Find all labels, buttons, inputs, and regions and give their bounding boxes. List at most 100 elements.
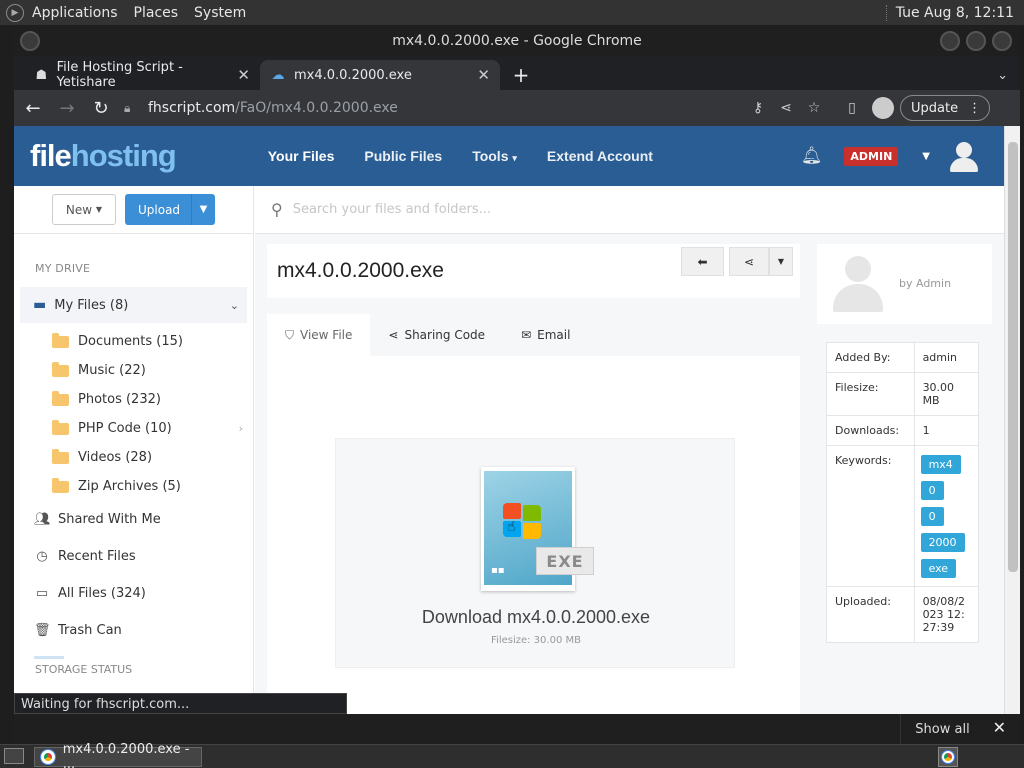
back-arrow-icon[interactable]: ← (18, 93, 48, 123)
file-thumbnail[interactable]: ▪▪ EXE (481, 467, 594, 591)
chrome-icon (942, 751, 954, 763)
sidebar-item-recent[interactable]: ◷ Recent Files (14, 538, 253, 575)
update-label: Update (911, 100, 959, 116)
star-icon[interactable]: ☆ (800, 94, 828, 122)
keyword-tag[interactable]: mx4 (920, 455, 961, 474)
tab-view-file[interactable]: ⛉ View File (267, 314, 371, 356)
close-icon[interactable]: ✕ (469, 66, 490, 84)
link-label: Trash Can (58, 623, 122, 638)
download-box[interactable]: ▪▪ EXE ☝︎ Download mx4.0.0.2000.exe File… (335, 438, 735, 668)
close-window-button[interactable] (992, 31, 1012, 51)
back-button[interactable]: ⬅ (681, 247, 724, 276)
admin-badge[interactable]: ADMIN (844, 146, 899, 166)
sidebar-item-my-files[interactable]: ▬ My Files (8) ⌄ (20, 287, 247, 323)
window-title: mx4.0.0.2000.exe - Google Chrome (392, 33, 642, 49)
link-label: All Files (324) (58, 586, 146, 601)
nav-tools[interactable]: Tools ▾ (472, 148, 517, 164)
user-avatar-icon[interactable] (948, 140, 980, 172)
folder-zip-archives[interactable]: Zip Archives (5) (14, 472, 253, 501)
taskbar-label: mx4.0.0.2000.exe - ... (62, 742, 190, 768)
system-logo-icon[interactable]: ▶ (6, 3, 24, 22)
tab-file[interactable]: ☁ mx4.0.0.2000.exe ✕ (260, 60, 500, 90)
nav-your-files[interactable]: Your Files (268, 148, 335, 164)
section-title-my-drive: MY DRIVE (35, 262, 91, 275)
keyword-tag[interactable]: 0 (920, 481, 944, 500)
url-field[interactable]: 🔒︎ fhscript.com/FaO/mx4.0.0.2000.exe (124, 94, 744, 122)
clock-icon: ◷ (36, 549, 48, 564)
nav-extend-account[interactable]: Extend Account (547, 148, 653, 164)
folder-documents[interactable]: Documents (15) (14, 327, 253, 356)
tab-label: File Hosting Script - Yetishare (56, 60, 183, 90)
file-tabs: ⛉ View File ⋖ Sharing Code ✉ Email (267, 314, 800, 356)
tag-icon: ⛉ (285, 327, 295, 342)
keyword-tag[interactable]: 0 (920, 507, 944, 526)
nav-public-files[interactable]: Public Files (364, 148, 442, 164)
page-scrollbar[interactable] (1004, 126, 1020, 714)
side-panel-icon[interactable]: ▯ (838, 94, 866, 122)
sidebar-item-shared[interactable]: 👥︎ Shared With Me (14, 501, 253, 538)
key-icon[interactable]: ⚷ (744, 94, 772, 122)
download-title[interactable]: Download mx4.0.0.2000.exe (336, 607, 736, 628)
tab-email[interactable]: ✉ Email (503, 314, 588, 356)
info-value: 08/08/2023 12:27:39 (913, 586, 980, 643)
show-desktop-icon[interactable] (4, 748, 24, 764)
caret-down-icon[interactable]: ▼ (922, 151, 930, 162)
os-menu-applications[interactable]: Applications (32, 5, 118, 21)
table-row: Added By: admin (826, 342, 980, 373)
os-top-panel: ▶ Applications Places System Tue Aug 8, … (0, 0, 1024, 25)
tray-chrome-icon[interactable] (938, 747, 958, 767)
hand-cursor-icon: ☝︎ (507, 519, 516, 535)
tab-label: View File (300, 328, 353, 342)
tab-search-chevron-icon[interactable]: ⌄ (997, 60, 1008, 90)
update-button[interactable]: Update ⋮ (900, 95, 991, 121)
keyword-tag[interactable]: 2000 (920, 533, 965, 552)
share-button[interactable]: ⋖ (729, 247, 769, 276)
share-icon[interactable]: ⋖ (772, 94, 800, 122)
info-value: 1 (913, 415, 980, 446)
new-button[interactable]: New ▼ (52, 194, 116, 225)
reload-icon[interactable]: ↻ (86, 93, 116, 123)
caret-down-icon: ▼ (777, 257, 785, 266)
my-files-label: My Files (8) (54, 297, 129, 313)
chevron-right-icon[interactable]: › (239, 422, 243, 435)
envelope-icon: ✉ (521, 328, 532, 342)
file-info-table: Added By: admin Filesize: 30.00 MB Downloa… (826, 342, 980, 643)
scrollbar-thumb[interactable] (1008, 142, 1018, 572)
folder-music[interactable]: Music (22) (14, 356, 253, 385)
close-icon[interactable]: ✕ (229, 66, 250, 84)
share-dropdown[interactable]: ▼ (769, 247, 793, 276)
file-preview-panel: ▪▪ EXE ☝︎ Download mx4.0.0.2000.exe File… (267, 356, 800, 714)
taskbar-item-chrome[interactable]: mx4.0.0.2000.exe - ... (34, 742, 202, 768)
tab-yetishare[interactable]: ☗ File Hosting Script - Yetishare ✕ (24, 60, 260, 90)
new-tab-button[interactable]: + (506, 60, 536, 90)
show-all-button[interactable]: Show all (900, 714, 970, 744)
profile-avatar[interactable] (872, 97, 894, 119)
chevron-down-icon[interactable]: ⌄ (230, 299, 239, 312)
caret-down-icon[interactable]: ▼ (191, 194, 215, 225)
os-menu-places[interactable]: Places (134, 5, 179, 21)
sidebar-item-trash[interactable]: 🗑︎ Trash Can (14, 612, 253, 649)
maximize-button[interactable] (966, 31, 986, 51)
folder-photos[interactable]: Photos (232) (14, 385, 253, 414)
drive-icon: ▭ (35, 586, 49, 601)
upload-button[interactable]: Upload ▼ (125, 194, 215, 225)
bell-icon[interactable]: 🔔︎ (801, 146, 823, 166)
folder-videos[interactable]: Videos (28) (14, 443, 253, 472)
folder-php-code[interactable]: PHP Code (10) › (14, 414, 253, 443)
upload-label: Upload (138, 202, 181, 217)
tab-sharing-code[interactable]: ⋖ Sharing Code (370, 314, 503, 356)
minimize-button[interactable] (940, 31, 960, 51)
url-path: /FaO/mx4.0.0.2000.exe (235, 100, 398, 116)
close-icon[interactable]: ✕ (993, 718, 1006, 737)
window-menu-button[interactable] (20, 31, 40, 51)
keyword-tag[interactable]: exe (920, 559, 957, 578)
folder-label: Zip Archives (5) (78, 479, 181, 494)
folder-icon (52, 477, 69, 493)
file-search: ⚲ (255, 186, 1004, 234)
sidebar-item-all-files[interactable]: ▭ All Files (324) (14, 575, 253, 612)
os-menu-system[interactable]: System (194, 5, 246, 21)
storage-status-title: STORAGE STATUS (35, 663, 133, 676)
search-input[interactable] (292, 202, 893, 217)
forward-arrow-icon[interactable]: → (52, 93, 82, 123)
site-logo[interactable]: filehosting (30, 138, 177, 174)
